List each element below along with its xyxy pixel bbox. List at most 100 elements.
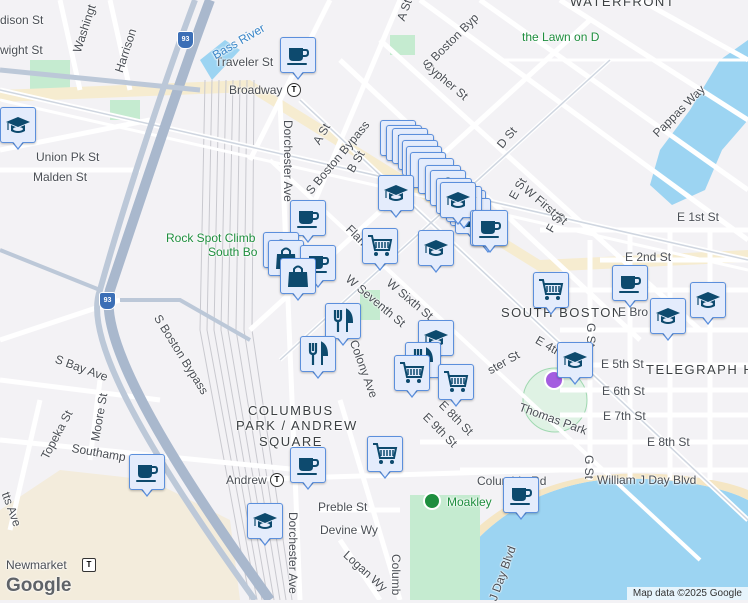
shopping-icon — [285, 263, 311, 289]
marker-pointer-fill — [405, 387, 419, 396]
marker-pointer-fill — [378, 468, 392, 477]
map-marker-grocery[interactable] — [362, 228, 398, 274]
grocery-icon — [372, 441, 398, 467]
marker-pointer-fill — [258, 535, 272, 544]
coffee-icon — [295, 205, 321, 231]
marker-box — [367, 436, 403, 472]
transit-icon[interactable]: T — [270, 473, 284, 487]
map-marker-grocery[interactable] — [438, 364, 474, 410]
marker-box — [280, 37, 316, 73]
coffee-icon — [617, 270, 643, 296]
marker-pointer-fill — [291, 290, 305, 299]
map-marker-school[interactable] — [557, 342, 593, 388]
school-icon — [655, 303, 681, 329]
map-marker-coffee[interactable] — [612, 265, 648, 311]
marker-box — [612, 265, 648, 301]
map-marker-grocery[interactable] — [533, 272, 569, 318]
neighborhood-label: WATERFRONT — [570, 0, 676, 9]
marker-pointer-fill — [701, 314, 715, 323]
map-marker-school[interactable] — [247, 503, 283, 549]
poi-label[interactable]: Rock Spot Climb — [166, 231, 255, 245]
restaurant-icon — [330, 308, 356, 334]
street-label: Dorchester Ave — [281, 120, 295, 202]
marker-pointer-fill — [311, 368, 325, 377]
grocery-icon — [538, 277, 564, 303]
coffee-icon — [508, 482, 534, 508]
marker-pointer-fill — [429, 262, 443, 271]
street-label: Columb — [389, 554, 403, 596]
marker-pointer-fill — [140, 486, 154, 495]
marker-box — [300, 336, 336, 372]
marker-pointer-fill — [373, 260, 387, 269]
marker-pointer-fill — [451, 214, 465, 223]
map-marker-coffee[interactable] — [280, 37, 316, 83]
street-label: dison St — [0, 13, 44, 27]
street-label: E 2nd St — [625, 250, 672, 264]
station-label: Andrew — [226, 473, 267, 487]
marker-box — [247, 503, 283, 539]
rail-station-icon[interactable]: T — [82, 558, 96, 572]
marker-box — [690, 282, 726, 318]
coffee-icon — [134, 459, 160, 485]
map-marker-restaurant[interactable] — [300, 336, 336, 382]
grocery-icon — [399, 360, 425, 386]
school-icon — [423, 235, 449, 261]
marker-pointer-fill — [568, 374, 582, 383]
marker-box — [378, 175, 414, 211]
marker-pointer-fill — [514, 509, 528, 518]
school-icon — [252, 508, 278, 534]
marker-pointer-fill — [623, 297, 637, 306]
marker-box — [503, 477, 539, 513]
park — [410, 495, 480, 600]
google-logo: Google — [6, 575, 72, 596]
school-icon — [445, 187, 471, 213]
coffee-icon — [477, 215, 503, 241]
map-marker-coffee[interactable] — [472, 210, 508, 256]
grocery-icon — [367, 233, 393, 259]
marker-box — [394, 355, 430, 391]
street-label: Union Pk St — [36, 150, 100, 164]
map-marker-grocery[interactable] — [367, 436, 403, 482]
poi-label[interactable]: South Bo — [208, 245, 257, 259]
map-marker-school[interactable] — [650, 298, 686, 344]
marker-pointer-fill — [661, 330, 675, 339]
station-label: Newmarket — [6, 558, 67, 572]
marker-box — [290, 200, 326, 236]
map-attribution[interactable]: Map data ©2025 Google — [626, 587, 748, 600]
marker-box — [438, 364, 474, 400]
map-marker-school[interactable] — [378, 175, 414, 221]
marker-box — [418, 230, 454, 266]
transit-icon[interactable]: T — [287, 83, 301, 97]
map-marker-school[interactable] — [0, 107, 36, 153]
street-label: Dorchester Ave — [286, 512, 300, 594]
marker-box — [129, 454, 165, 490]
moakley-pin — [423, 492, 441, 510]
school-icon — [562, 347, 588, 373]
marker-pointer-fill — [483, 242, 497, 251]
grocery-icon — [443, 369, 469, 395]
neighborhood-label: TELEGRAPH HI — [646, 362, 748, 377]
neighborhood-label: PARK / ANDREW — [236, 418, 358, 433]
map-marker-shopping[interactable] — [280, 258, 316, 304]
map-marker-grocery[interactable] — [394, 355, 430, 401]
map-marker-coffee[interactable] — [290, 447, 326, 493]
marker-pointer-fill — [544, 304, 558, 313]
park-label[interactable]: Moakley — [447, 495, 492, 509]
interstate-shield-icon: 93 — [99, 292, 116, 310]
coffee-icon — [285, 42, 311, 68]
street-label: E 5th St — [601, 357, 644, 371]
marker-box — [362, 228, 398, 264]
map-marker-school[interactable] — [690, 282, 726, 328]
park-label[interactable]: the Lawn on D — [522, 30, 599, 44]
map-marker-coffee[interactable] — [503, 477, 539, 523]
marker-pointer-fill — [336, 335, 350, 344]
school-icon — [5, 112, 31, 138]
marker-box — [325, 303, 361, 339]
neighborhood-label: COLUMBUS — [248, 403, 334, 418]
street-label: wight St — [0, 43, 43, 57]
marker-box — [0, 107, 36, 143]
interstate-shield-icon: 93 — [177, 31, 194, 49]
street-label: E 7th St — [603, 409, 646, 423]
map-marker-coffee[interactable] — [129, 454, 165, 500]
map-marker-school[interactable] — [418, 230, 454, 276]
